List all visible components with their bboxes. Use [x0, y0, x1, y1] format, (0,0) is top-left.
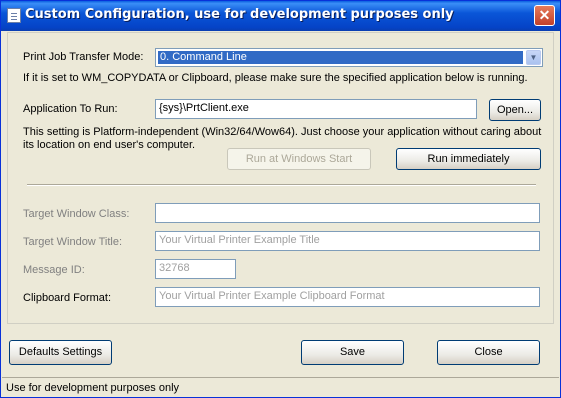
clipboard-format-input[interactable]: Your Virtual Printer Example Clipboard F… — [155, 287, 540, 307]
status-bar: Use for development purposes only — [2, 377, 559, 398]
transfer-mode-label: Print Job Transfer Mode: — [23, 51, 144, 63]
clipboard-format-placeholder: Your Virtual Printer Example Clipboard F… — [159, 290, 385, 302]
application-note-line2: its location on end user's computer. — [23, 139, 196, 151]
window-title: Custom Configuration, use for developmen… — [25, 7, 454, 22]
open-button[interactable]: Open... — [489, 99, 541, 121]
title-bar[interactable]: Custom Configuration, use for developmen… — [1, 1, 560, 31]
transfer-mode-select[interactable]: 0. Command Line ▼ — [155, 48, 543, 67]
close-icon[interactable]: ✕ — [534, 5, 555, 26]
defaults-settings-button[interactable]: Defaults Settings — [9, 340, 112, 365]
transfer-mode-selected: 0. Command Line — [158, 51, 523, 64]
target-class-input[interactable] — [155, 203, 540, 223]
separator — [27, 184, 536, 186]
message-id-placeholder: 32768 — [159, 262, 190, 274]
save-button[interactable]: Save — [301, 340, 404, 365]
run-immediately-button[interactable]: Run immediately — [396, 148, 541, 170]
application-label: Application To Run: — [23, 103, 118, 115]
config-window: Custom Configuration, use for developmen… — [0, 0, 561, 398]
target-title-placeholder: Your Virtual Printer Example Title — [159, 234, 320, 246]
target-class-label: Target Window Class: — [23, 208, 130, 220]
message-id-input[interactable]: 32768 — [155, 259, 236, 279]
target-title-input[interactable]: Your Virtual Printer Example Title — [155, 231, 540, 251]
application-input[interactable]: {sys}\PrtClient.exe — [155, 99, 477, 119]
run-at-windows-start-button[interactable]: Run at Windows Start — [227, 148, 371, 170]
transfer-mode-note: If it is set to WM_COPYDATA or Clipboard… — [23, 72, 528, 84]
clipboard-format-label: Clipboard Format: — [23, 292, 112, 304]
application-note-line1: This setting is Platform-independent (Wi… — [23, 126, 542, 138]
document-icon — [7, 8, 21, 23]
target-title-label: Target Window Title: — [23, 236, 123, 248]
status-text: Use for development purposes only — [6, 382, 180, 394]
close-button[interactable]: Close — [437, 340, 540, 365]
chevron-down-icon[interactable]: ▼ — [526, 50, 541, 65]
message-id-label: Message ID: — [23, 264, 85, 276]
